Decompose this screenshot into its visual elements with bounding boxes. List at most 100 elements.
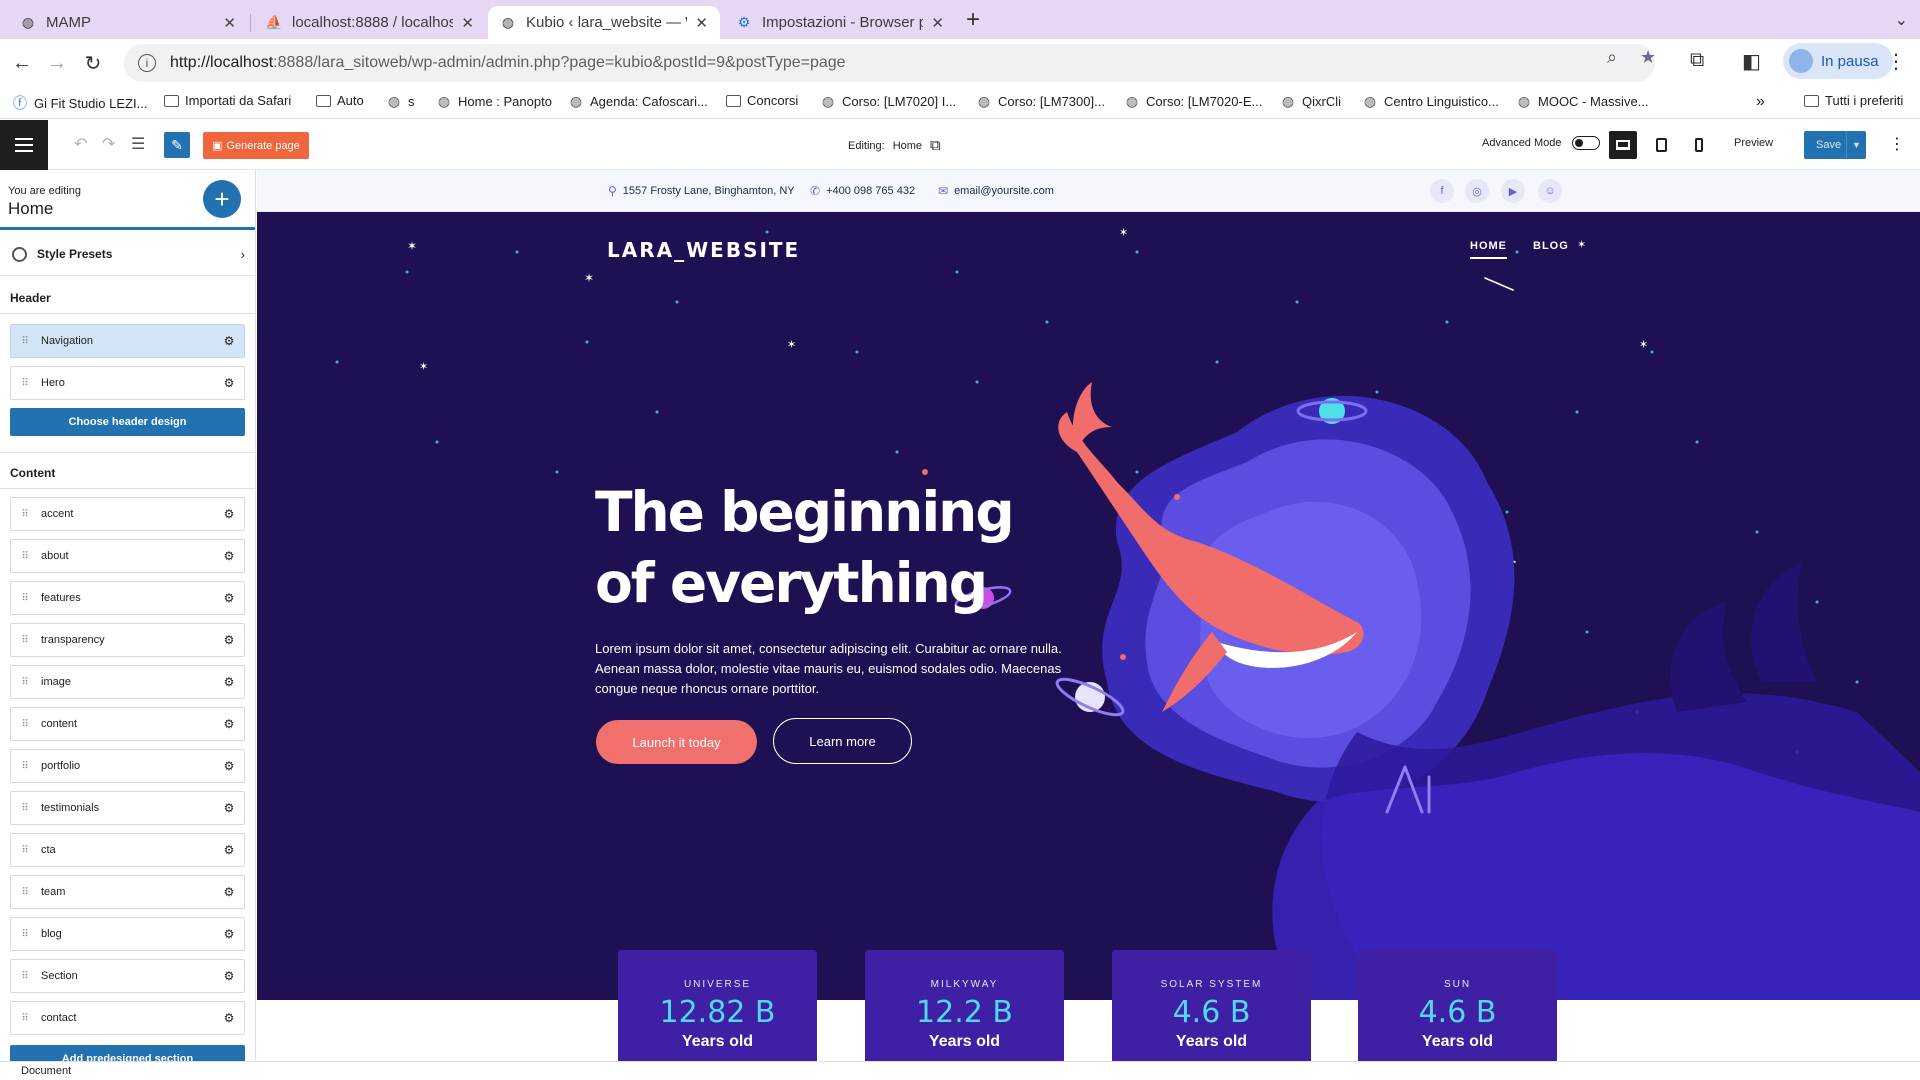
- browser-tab-kubio[interactable]: ◍ Kubio ‹ lara_website — Word ✕: [488, 6, 720, 39]
- top-info-bar[interactable]: ⚲ 1557 Frosty Lane, Binghamton, NY ✆ +400 …: [257, 170, 1920, 212]
- address-bar[interactable]: i http://localhost:8888/lara_sitoweb/wp-…: [124, 44, 1655, 82]
- drag-handle-icon[interactable]: ⠿: [15, 635, 33, 646]
- content-block-row[interactable]: ⠿ about ⚙: [10, 539, 245, 573]
- save-button[interactable]: Save ▼: [1804, 131, 1866, 159]
- drag-handle-icon[interactable]: ⠿: [15, 971, 33, 982]
- drag-handle-icon[interactable]: ⠿: [15, 719, 33, 730]
- bookmark-folder[interactable]: f Importati da Safari: [164, 93, 291, 108]
- gear-icon[interactable]: ⚙: [214, 633, 244, 647]
- browser-tab-settings[interactable]: ⚙ Impostazioni - Browser prede ✕: [724, 6, 956, 39]
- content-block-row[interactable]: ⠿ team ⚙: [10, 875, 245, 909]
- content-block-row[interactable]: ⠿ blog ⚙: [10, 917, 245, 951]
- style-presets-item[interactable]: Style Presets ›: [0, 233, 255, 276]
- gear-icon[interactable]: ⚙: [214, 507, 244, 521]
- back-button[interactable]: ←: [8, 49, 36, 77]
- browser-tab-phpmyadmin[interactable]: ⛵ localhost:8888 / localhost / la ✕: [254, 6, 486, 39]
- tablet-view-button[interactable]: [1647, 131, 1675, 159]
- gear-icon[interactable]: ⚙: [214, 843, 244, 857]
- bookmark-item[interactable]: ◍ s: [386, 93, 415, 110]
- bookmark-item[interactable]: ◍ Corso: [LM7020] I...: [820, 93, 956, 110]
- drag-handle-icon[interactable]: ⠿: [15, 336, 33, 347]
- edit-mode-icon[interactable]: ✎: [164, 132, 190, 158]
- drag-handle-icon[interactable]: ⠿: [15, 551, 33, 562]
- gear-icon[interactable]: ⚙: [214, 1011, 244, 1025]
- advanced-mode-toggle[interactable]: [1572, 136, 1600, 150]
- gear-icon[interactable]: ⚙: [214, 759, 244, 773]
- reddit-icon[interactable]: ☺: [1538, 179, 1562, 203]
- chevron-down-icon[interactable]: ▼: [1846, 131, 1866, 159]
- launch-button[interactable]: Launch it today: [596, 720, 757, 764]
- forward-button[interactable]: →: [43, 49, 71, 77]
- add-block-button[interactable]: +: [203, 180, 241, 218]
- choose-header-design-button[interactable]: Choose header design: [10, 408, 245, 436]
- list-view-icon[interactable]: ☰: [131, 134, 145, 154]
- new-tab-button[interactable]: +: [966, 6, 980, 34]
- gear-icon[interactable]: ⚙: [214, 969, 244, 983]
- gear-icon[interactable]: ⚙: [214, 927, 244, 941]
- bookmark-item[interactable]: ⓕ Gi Fit Studio LEZI...: [12, 93, 147, 113]
- more-options-icon[interactable]: ⋮: [1889, 134, 1905, 154]
- page-switch-icon[interactable]: ⧉: [930, 137, 941, 154]
- reload-button[interactable]: ↻: [79, 49, 107, 77]
- facebook-icon[interactable]: f: [1430, 179, 1454, 203]
- content-block-row[interactable]: ⠿ contact ⚙: [10, 1001, 245, 1035]
- breadcrumb[interactable]: Document: [21, 1065, 71, 1077]
- preview-button[interactable]: Preview: [1734, 137, 1773, 149]
- add-predesigned-section-button[interactable]: Add predesigned section: [10, 1045, 245, 1061]
- drag-handle-icon[interactable]: ⠿: [15, 929, 33, 940]
- nav-link-blog[interactable]: BLOG: [1533, 240, 1569, 252]
- close-icon[interactable]: ✕: [223, 14, 236, 32]
- site-info-icon[interactable]: i: [138, 54, 156, 72]
- bookmarks-overflow-button[interactable]: »: [1756, 93, 1765, 111]
- bookmark-item[interactable]: ◍ Centro Linguistico...: [1362, 93, 1499, 110]
- drag-handle-icon[interactable]: ⠿: [15, 887, 33, 898]
- drag-handle-icon[interactable]: ⠿: [15, 845, 33, 856]
- instagram-icon[interactable]: ◎: [1465, 179, 1489, 203]
- editor-menu-button[interactable]: [0, 120, 48, 170]
- browser-menu-icon[interactable]: ⋮: [1886, 49, 1906, 74]
- gear-icon[interactable]: ⚙: [214, 549, 244, 563]
- content-block-row[interactable]: ⠿ Section ⚙: [10, 959, 245, 993]
- content-block-row[interactable]: ⠿ cta ⚙: [10, 833, 245, 867]
- drag-handle-icon[interactable]: ⠿: [15, 509, 33, 520]
- content-block-row[interactable]: ⠿ portfolio ⚙: [10, 749, 245, 783]
- zoom-icon[interactable]: ⌕: [1607, 47, 1617, 68]
- learn-more-button[interactable]: Learn more: [773, 718, 912, 764]
- content-block-row[interactable]: ⠿ testimonials ⚙: [10, 791, 245, 825]
- drag-handle-icon[interactable]: ⠿: [15, 378, 33, 389]
- drag-handle-icon[interactable]: ⠿: [15, 761, 33, 772]
- extensions-icon[interactable]: ⧉: [1690, 49, 1704, 72]
- drag-handle-icon[interactable]: ⠿: [15, 1013, 33, 1024]
- bookmark-item[interactable]: ◍ MOOC - Massive...: [1516, 93, 1649, 110]
- bookmark-item[interactable]: ◍ QixrCli: [1280, 93, 1341, 110]
- close-icon[interactable]: ✕: [461, 14, 474, 32]
- hero-section[interactable]: ✶ ✶ ✶ ✶ ✶ ✶ ✶ LARA_WEBSITE HOME BLOG The…: [257, 212, 1920, 1000]
- browser-tab-mamp[interactable]: ◍ MAMP ✕: [8, 6, 248, 39]
- content-block-row[interactable]: ⠿ content ⚙: [10, 707, 245, 741]
- bookmark-item[interactable]: ◍ Home : Panopto: [436, 93, 552, 110]
- nav-link-home[interactable]: HOME: [1470, 240, 1507, 259]
- gear-icon[interactable]: ⚙: [214, 801, 244, 815]
- mobile-view-button[interactable]: [1685, 131, 1713, 159]
- tab-search-chevron-icon[interactable]: ⌄: [1895, 10, 1908, 30]
- bookmark-item[interactable]: ◍ Agenda: Cafoscari...: [568, 93, 708, 110]
- site-logo[interactable]: LARA_WEBSITE: [607, 238, 800, 262]
- bookmark-star-icon[interactable]: ★: [1640, 47, 1656, 68]
- header-block-navigation[interactable]: ⠿ Navigation ⚙: [10, 324, 245, 358]
- side-panel-icon[interactable]: ◧: [1742, 49, 1761, 74]
- gear-icon[interactable]: ⚙: [214, 885, 244, 899]
- bookmark-folder[interactable]: f Concorsi: [726, 93, 798, 108]
- gear-icon[interactable]: ⚙: [214, 675, 244, 689]
- redo-icon[interactable]: ↷: [102, 134, 115, 154]
- gear-icon[interactable]: ⚙: [214, 376, 244, 390]
- close-icon[interactable]: ✕: [931, 14, 944, 32]
- youtube-icon[interactable]: ▶: [1501, 179, 1525, 203]
- content-block-row[interactable]: ⠿ transparency ⚙: [10, 623, 245, 657]
- all-bookmarks-folder[interactable]: f Tutti i preferiti: [1804, 93, 1903, 108]
- drag-handle-icon[interactable]: ⠿: [15, 677, 33, 688]
- gear-icon[interactable]: ⚙: [214, 334, 244, 348]
- gear-icon[interactable]: ⚙: [214, 591, 244, 605]
- generate-page-button[interactable]: ▣ Generate page: [203, 132, 309, 159]
- header-block-hero[interactable]: ⠿ Hero ⚙: [10, 366, 245, 400]
- desktop-view-button[interactable]: [1609, 131, 1637, 159]
